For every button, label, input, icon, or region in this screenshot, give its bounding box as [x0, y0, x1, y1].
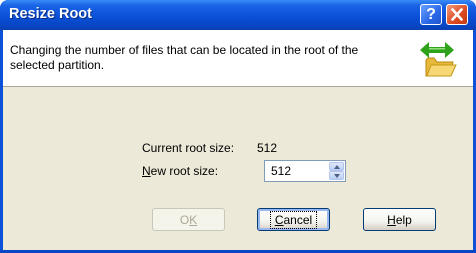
- help-button-label: Help: [387, 213, 412, 227]
- header-description: Changing the number of files that can be…: [10, 43, 359, 72]
- ok-label-accel: K: [189, 212, 198, 227]
- help-label-accel: H: [387, 212, 396, 227]
- spinner-up-arrow-icon: [334, 165, 340, 169]
- dialog-client-area: Changing the number of files that can be…: [3, 30, 473, 250]
- title-bar[interactable]: Resize Root ?: [0, 0, 476, 30]
- spinner-down-button[interactable]: [329, 171, 344, 180]
- ok-label-pre: O: [179, 212, 190, 227]
- spinner-down-arrow-icon: [334, 174, 340, 178]
- new-root-size-spinner[interactable]: [264, 160, 346, 182]
- new-root-label-accel: N: [142, 164, 151, 178]
- spinner-buttons: [329, 162, 344, 180]
- folder-resize-icon: [420, 42, 457, 77]
- window-title: Resize Root: [9, 6, 92, 22]
- cancel-label-rest: ancel: [283, 212, 313, 227]
- close-icon: [451, 8, 463, 21]
- title-close-button[interactable]: [446, 4, 468, 25]
- title-help-button[interactable]: ?: [420, 4, 442, 25]
- question-mark-icon: ?: [426, 6, 436, 23]
- spinner-up-button[interactable]: [329, 162, 344, 171]
- cancel-button[interactable]: Cancel: [257, 208, 330, 231]
- new-root-label-rest: ew root size:: [150, 164, 219, 178]
- current-root-value: 512: [257, 141, 278, 155]
- ok-button-label: OK: [180, 213, 197, 227]
- ok-button[interactable]: OK: [152, 208, 225, 231]
- help-button[interactable]: Help: [363, 208, 436, 231]
- new-root-size-input[interactable]: [265, 161, 325, 181]
- new-root-label: New root size:: [142, 164, 218, 178]
- help-label-rest: elp: [395, 212, 412, 227]
- current-root-label: Current root size:: [142, 141, 235, 155]
- cancel-button-label: Cancel: [269, 210, 318, 229]
- dialog-header: Changing the number of files that can be…: [3, 30, 473, 87]
- dialog-window: Resize Root ? Changing the number of fil…: [0, 0, 476, 253]
